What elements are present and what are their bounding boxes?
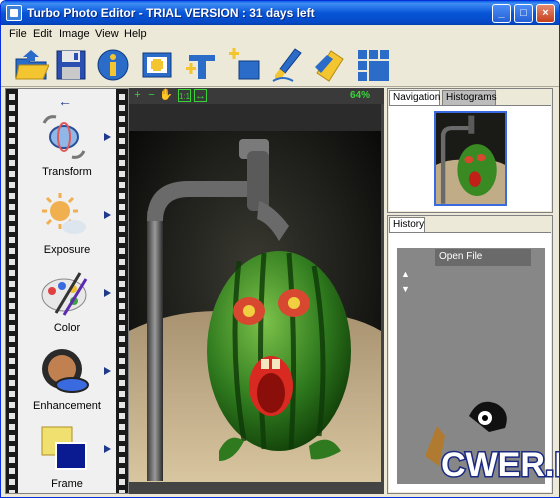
menu-help[interactable]: Help: [124, 28, 147, 40]
effects-icon: [315, 50, 344, 82]
history-up-icon[interactable]: ▲: [401, 269, 410, 279]
menu-edit[interactable]: Edit: [33, 28, 52, 40]
film-strip-right: [116, 89, 128, 493]
brush-button[interactable]: [269, 47, 305, 83]
info-button[interactable]: [95, 47, 131, 83]
menu-image[interactable]: Image: [59, 28, 90, 40]
app-icon: [6, 5, 22, 21]
watermark-logo: CWER.RU: [425, 401, 560, 486]
watermark-text: CWER.RU: [441, 446, 560, 484]
save-button[interactable]: [53, 47, 89, 83]
title-bar[interactable]: Turbo Photo Editor - TRIAL VERSION : 31 …: [1, 1, 559, 25]
expand-arrow-icon[interactable]: [104, 211, 111, 219]
actual-size-icon[interactable]: 1:1: [178, 89, 191, 102]
horizontal-scrollbar[interactable]: [129, 482, 384, 494]
back-arrow-icon[interactable]: ←: [58, 93, 72, 109]
expand-arrow-icon[interactable]: [104, 445, 111, 453]
expand-arrow-icon[interactable]: [104, 367, 111, 375]
category-list: ← Transform Exposure Color Enhancement F…: [18, 89, 116, 493]
window-title: Turbo Photo Editor - TRIAL VERSION : 31 …: [27, 6, 315, 20]
category-label: Exposure: [43, 244, 91, 256]
transform-icon: [42, 115, 86, 159]
tab-navigation[interactable]: Navigation: [389, 90, 440, 105]
watermelon-photo: [129, 131, 381, 482]
expand-arrow-icon[interactable]: [104, 133, 111, 141]
thumbnail-image: [436, 113, 505, 204]
tab-history[interactable]: History: [389, 217, 425, 232]
capture-icon: [142, 52, 172, 78]
category-label: Frame: [51, 478, 83, 490]
category-label: Color: [53, 322, 81, 334]
app-window: Turbo Photo Editor - TRIAL VERSION : 31 …: [0, 0, 560, 498]
open-button[interactable]: [13, 47, 50, 83]
menu-bar: File Edit Image View Help: [1, 25, 559, 43]
film-strip-left: [6, 89, 18, 493]
category-color[interactable]: Color: [18, 267, 116, 343]
image-canvas-area: + − ✋ 1:1 ↔ 64%: [129, 88, 384, 494]
maximize-button[interactable]: □: [514, 4, 533, 23]
exposure-icon: [42, 193, 86, 234]
category-exposure[interactable]: Exposure: [18, 189, 116, 265]
tab-histograms[interactable]: Histograms: [442, 90, 497, 105]
add-layer-button[interactable]: [227, 47, 263, 83]
text-icon: [186, 55, 215, 79]
category-frame[interactable]: Frame: [18, 423, 116, 497]
zoom-out-icon[interactable]: −: [145, 89, 158, 102]
menu-view[interactable]: View: [95, 28, 119, 40]
category-transform[interactable]: Transform: [18, 111, 116, 187]
minimize-button[interactable]: _: [492, 4, 511, 23]
open-icon: [15, 50, 50, 80]
effects-button[interactable]: [311, 47, 347, 83]
fit-to-window-icon[interactable]: ↔: [194, 89, 207, 102]
photo-image[interactable]: [129, 131, 381, 482]
brush-icon: [272, 48, 302, 82]
pan-hand-icon[interactable]: ✋: [159, 89, 173, 102]
capture-button[interactable]: [139, 47, 175, 83]
tiles-button[interactable]: [355, 47, 391, 83]
category-panel: ← Transform Exposure Color Enhancement F…: [5, 88, 129, 494]
add-layer-icon: [229, 48, 260, 80]
info-icon: [97, 49, 129, 81]
navigation-thumbnail[interactable]: [434, 111, 507, 206]
history-down-icon[interactable]: ▼: [401, 284, 410, 294]
category-label: Enhancement: [33, 400, 101, 412]
save-icon: [56, 50, 86, 80]
close-button[interactable]: ×: [536, 4, 555, 23]
tiles-icon: [358, 50, 389, 81]
zoom-toolbar: + − ✋ 1:1 ↔ 64%: [129, 88, 384, 104]
category-label: Transform: [42, 166, 92, 178]
color-palette-icon: [41, 272, 88, 316]
text-button[interactable]: [183, 47, 219, 83]
menu-file[interactable]: File: [9, 28, 27, 40]
category-enhancement[interactable]: Enhancement: [18, 345, 116, 421]
toolbar: [1, 43, 559, 87]
navigation-view: [389, 105, 551, 211]
vertical-scrollbar[interactable]: [381, 104, 384, 482]
zoom-level: 64%: [349, 90, 370, 101]
frame-icon: [41, 426, 87, 470]
zoom-in-icon[interactable]: +: [131, 89, 144, 102]
history-item[interactable]: Open File: [435, 249, 531, 266]
enhancement-icon: [42, 349, 89, 393]
navigation-panel: Navigation Histograms: [387, 88, 553, 213]
expand-arrow-icon[interactable]: [104, 289, 111, 297]
